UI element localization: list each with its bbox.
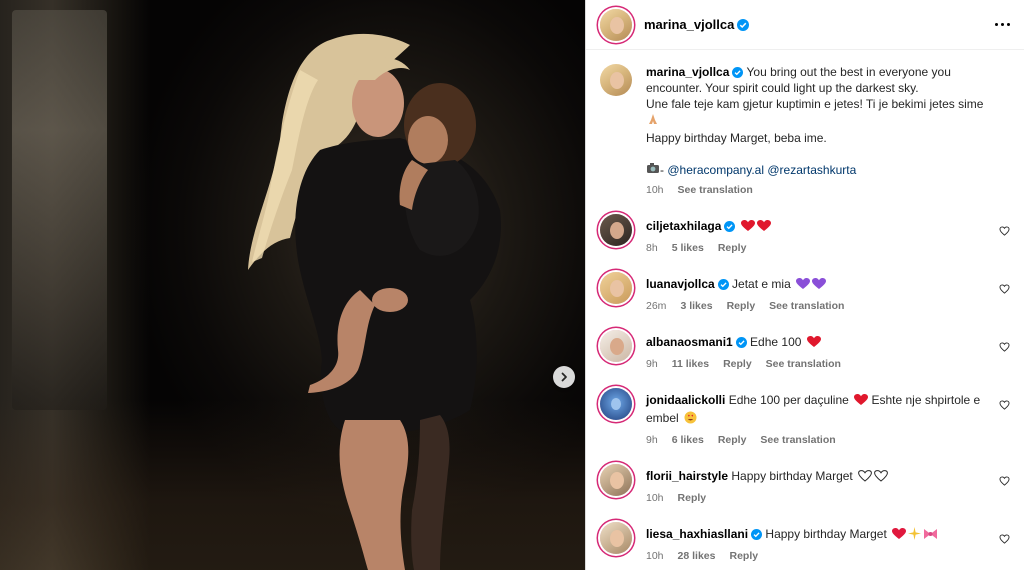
commenter-avatar[interactable] bbox=[600, 522, 632, 554]
post-details-panel: marina_vjollca marina_vjollca You bring … bbox=[585, 0, 1024, 570]
commenter-avatar[interactable] bbox=[600, 330, 632, 362]
heart-eyes-emoji-icon bbox=[684, 411, 697, 428]
reply-button[interactable]: Reply bbox=[718, 240, 747, 256]
red-heart-emoji-icon bbox=[740, 220, 755, 236]
comment-item: jonidaalickolli Edhe 100 per daçuline Es… bbox=[600, 388, 1010, 448]
see-translation-link[interactable]: See translation bbox=[678, 182, 753, 198]
mention-rezartashkurta[interactable]: @rezartashkurta bbox=[767, 163, 856, 177]
chevron-right-icon bbox=[561, 372, 567, 382]
caption-line-2: Une fale teje kam gjetur kuptimin e jete… bbox=[646, 97, 984, 111]
post-header: marina_vjollca bbox=[586, 0, 1024, 50]
pray-emoji-icon bbox=[646, 112, 1001, 130]
red-heart-emoji-icon bbox=[756, 220, 771, 236]
red-heart-emoji-icon bbox=[806, 336, 821, 352]
comment-text: Happy birthday Marget bbox=[731, 469, 853, 483]
commenter-avatar[interactable] bbox=[600, 464, 632, 496]
comment-item: ciljetaxhilaga 8h 5 likes Reply bbox=[600, 214, 1010, 256]
verified-badge-icon bbox=[737, 18, 750, 31]
verified-badge-icon bbox=[735, 337, 747, 348]
see-translation-link[interactable]: See translation bbox=[766, 356, 841, 372]
caption-line-3: Happy birthday Marget, beba ime. bbox=[646, 131, 827, 145]
verified-badge-icon bbox=[732, 67, 744, 78]
commenter-username[interactable]: florii_hairstyle bbox=[646, 469, 728, 483]
post-timestamp[interactable]: 10h bbox=[646, 182, 664, 198]
commenter-avatar[interactable] bbox=[600, 272, 632, 304]
heart-outline-icon[interactable] bbox=[999, 342, 1010, 352]
commenter-username[interactable]: ciljetaxhilaga bbox=[646, 219, 721, 233]
post-caption: marina_vjollca You bring out the best in… bbox=[600, 64, 1010, 198]
more-options-icon[interactable] bbox=[995, 23, 1010, 26]
comment-text: Happy birthday Marget bbox=[765, 527, 887, 541]
see-translation-link[interactable]: See translation bbox=[769, 298, 844, 314]
comment-item: liesa_haxhiasllani Happy birthday Marget… bbox=[600, 522, 1010, 564]
reply-button[interactable]: Reply bbox=[727, 298, 756, 314]
mention-heracompany[interactable]: @heracompany.al bbox=[667, 163, 764, 177]
camera-emoji-icon bbox=[647, 163, 659, 173]
commenter-username[interactable]: luanavjollca bbox=[646, 277, 715, 291]
heart-outline-icon[interactable] bbox=[999, 534, 1010, 544]
caption-credits: - @heracompany.al @rezartashkurta bbox=[646, 162, 1001, 178]
verified-badge-icon bbox=[724, 221, 736, 232]
comment-time[interactable]: 8h bbox=[646, 240, 658, 256]
next-photo-button[interactable] bbox=[553, 366, 575, 388]
comment-likes[interactable]: 11 likes bbox=[672, 356, 709, 372]
author-username[interactable]: marina_vjollca bbox=[644, 17, 734, 32]
comment-time[interactable]: 26m bbox=[646, 298, 666, 314]
post-photo[interactable] bbox=[0, 0, 585, 570]
caption-username[interactable]: marina_vjollca bbox=[646, 65, 729, 79]
comment-likes[interactable]: 28 likes bbox=[678, 548, 716, 564]
author-avatar[interactable] bbox=[600, 8, 632, 41]
author-avatar-small[interactable] bbox=[600, 64, 632, 96]
post-viewer: marina_vjollca marina_vjollca You bring … bbox=[0, 0, 1024, 570]
white-heart-emoji-icon bbox=[874, 470, 889, 486]
commenter-username[interactable]: jonidaalickolli bbox=[646, 393, 725, 407]
reply-button[interactable]: Reply bbox=[729, 548, 758, 564]
commenter-username[interactable]: liesa_haxhiasllani bbox=[646, 527, 748, 541]
comment-likes[interactable]: 3 likes bbox=[680, 298, 712, 314]
comment-time[interactable]: 9h bbox=[646, 432, 658, 448]
heart-outline-icon[interactable] bbox=[999, 284, 1010, 294]
comment-likes[interactable]: 6 likes bbox=[672, 432, 704, 448]
purple-heart-emoji-icon bbox=[812, 278, 827, 294]
comment-text: Edhe 100 per daçuline bbox=[728, 393, 849, 407]
heart-outline-icon[interactable] bbox=[999, 400, 1010, 410]
white-heart-emoji-icon bbox=[858, 470, 873, 486]
comment-text: Edhe 100 bbox=[750, 335, 802, 349]
comment-item: florii_hairstyle Happy birthday Marget 1… bbox=[600, 464, 1010, 506]
commenter-avatar[interactable] bbox=[600, 388, 632, 420]
comment-likes[interactable]: 5 likes bbox=[672, 240, 704, 256]
comment-time[interactable]: 10h bbox=[646, 490, 664, 506]
verified-badge-icon bbox=[717, 279, 729, 290]
reply-button[interactable]: Reply bbox=[723, 356, 752, 372]
comments-scroll-area[interactable]: marina_vjollca You bring out the best in… bbox=[586, 50, 1024, 570]
comment-time[interactable]: 9h bbox=[646, 356, 658, 372]
photo-subjects bbox=[248, 33, 501, 570]
commenter-username[interactable]: albanaosmani1 bbox=[646, 335, 733, 349]
reply-button[interactable]: Reply bbox=[718, 432, 747, 448]
comment-text: Jetat e mia bbox=[732, 277, 791, 291]
comment-time[interactable]: 10h bbox=[646, 548, 664, 564]
commenter-avatar[interactable] bbox=[600, 214, 632, 246]
heart-outline-icon[interactable] bbox=[999, 476, 1010, 486]
red-heart-emoji-icon bbox=[854, 394, 869, 410]
comment-item: albanaosmani1 Edhe 100 9h 11 likes Reply… bbox=[600, 330, 1010, 372]
see-translation-link[interactable]: See translation bbox=[760, 432, 835, 448]
heart-outline-icon[interactable] bbox=[999, 226, 1010, 236]
verified-badge-icon bbox=[751, 529, 763, 540]
sparkling-heart-emoji-icon bbox=[892, 528, 907, 544]
sparkles-emoji-icon bbox=[908, 527, 922, 544]
comment-item: luanavjollca Jetat e mia 26m 3 likes Rep… bbox=[600, 272, 1010, 314]
reply-button[interactable]: Reply bbox=[678, 490, 707, 506]
ribbon-emoji-icon bbox=[923, 528, 938, 544]
purple-heart-emoji-icon bbox=[796, 278, 811, 294]
